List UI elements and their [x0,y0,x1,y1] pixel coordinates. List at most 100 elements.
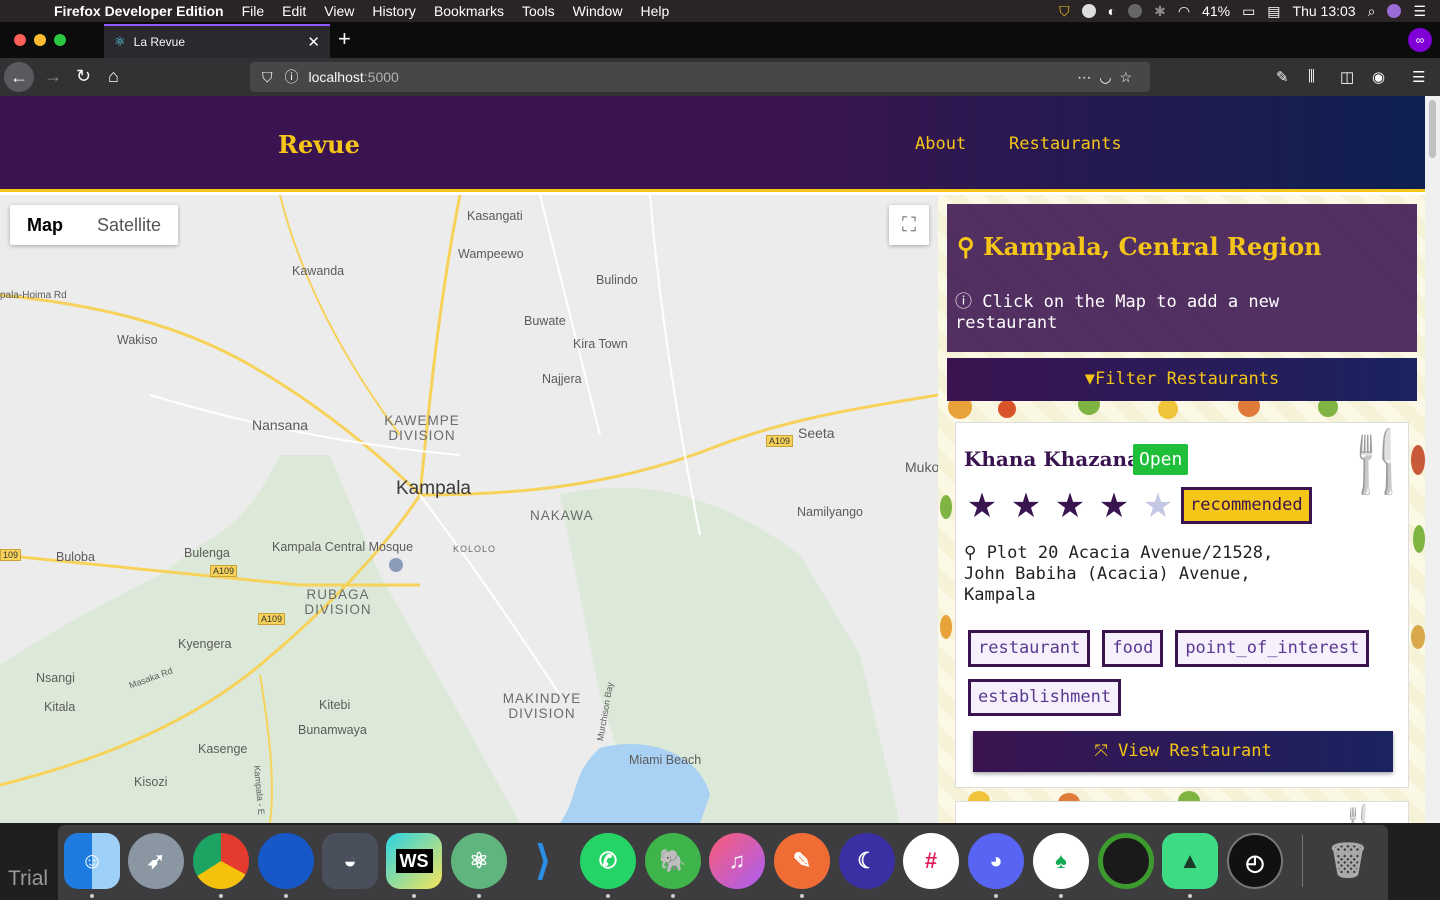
minimize-window-icon[interactable] [34,34,46,46]
page-scrollbar[interactable] [1425,96,1440,823]
postman-icon[interactable]: ✎ [774,833,830,889]
evernote-status-icon[interactable] [1081,4,1096,18]
cutlery-icon: 🍴 [1340,428,1415,495]
norton-icon[interactable]: ⛉ [1059,3,1070,20]
map-label: NAKAWA [530,508,594,523]
map-label: Kampala Central Mosque [272,540,414,554]
map-label: Wampeewo [458,247,524,261]
siri-icon[interactable] [1387,4,1402,18]
page-actions-icon[interactable]: ⋯ [1077,69,1099,85]
map-label: Buwate [524,314,566,328]
notification-center-icon[interactable]: ☰ [1413,3,1426,20]
close-window-icon[interactable] [14,34,26,46]
account-icon[interactable]: ◉ [1372,68,1385,86]
menu-window[interactable]: Window [564,3,632,19]
map-label: Nansana [252,417,309,433]
shield-icon[interactable]: ⛉ [262,69,273,86]
menu-bookmarks[interactable]: Bookmarks [425,3,513,19]
webstorm-icon[interactable]: WS [386,833,442,889]
map-label: KOLOLO [453,544,497,554]
fruit-decoration-icon [1413,525,1425,553]
spotlight-icon[interactable]: ⌕ [1368,3,1376,20]
new-tab-icon[interactable]: + [338,26,351,52]
info-icon[interactable]: ⓘ [285,67,299,87]
running-dot [606,894,610,898]
map-label: Kitebi [319,698,351,712]
tag-point-of-interest: point_of_interest [1175,630,1370,667]
chrome-icon[interactable] [193,833,249,889]
nav-restaurants[interactable]: Restaurants [1009,134,1122,154]
map-label: KAWEMPE DIVISION [384,413,460,443]
filter-restaurants-button[interactable]: ▼Filter Restaurants [947,358,1417,401]
map-type-satellite-button[interactable]: Satellite [80,205,178,245]
clock[interactable]: Thu 13:03 [1293,3,1356,19]
forward-icon[interactable]: → [44,66,62,87]
private-browsing-icon[interactable]: ∞ [1408,28,1432,52]
whatsapp-icon[interactable]: ✆ [580,833,636,889]
url-bar[interactable]: ⛉ ⓘ localhost:5000 ⋯◡☆ [250,62,1150,92]
running-dot [994,894,998,898]
site-brand[interactable]: Revue [278,130,360,159]
mongodb-icon[interactable]: ♠ [1033,833,1089,889]
menu-edit[interactable]: Edit [273,3,315,19]
tab-close-icon[interactable]: ✕ [307,33,320,51]
star-filled-icon: ★ [966,487,998,525]
hamburger-menu-icon[interactable]: ☰ [1412,68,1425,86]
pocket-icon[interactable]: ◡ [1099,69,1119,85]
scrollbar-thumb[interactable] [1429,100,1436,158]
moon-icon[interactable]: ☾ [839,833,895,889]
map-label: Kyengera [178,637,232,651]
slack-icon[interactable]: # [903,833,959,889]
vscode-icon[interactable]: ⟩ [515,833,571,889]
sidebar-icon[interactable]: ◫ [1340,68,1354,86]
browser-tab[interactable]: ⚛ La Revue ✕ [104,24,330,58]
library-icon[interactable]: ⫼ [1308,68,1315,85]
location-hint: ⓘ Click on the Map to add a new restaura… [955,292,1335,334]
reload-icon[interactable]: ↻ [76,66,91,87]
evernote-icon[interactable]: 🐘 [645,833,701,889]
menu-tools[interactable]: Tools [513,3,564,19]
wrench-icon[interactable]: ✎ [1276,68,1289,86]
star-filled-icon: ★ [1098,487,1130,525]
launchpad-icon[interactable]: ➶ [128,833,184,889]
clock-icon[interactable]: ◴ [1227,833,1283,889]
map-label: Kasangati [467,209,523,223]
restaurant-address-text: Plot 20 Acacia Avenue/21528, John Babiha… [964,543,1274,605]
android-studio-icon[interactable]: ▲ [1162,833,1218,889]
notch-icon[interactable]: ◒ [322,833,378,889]
discord-icon[interactable]: ◕ [968,833,1024,889]
app-menu[interactable]: Firefox Developer Edition [36,3,233,19]
bookmark-star-icon[interactable]: ☆ [1119,69,1140,85]
back-icon[interactable]: ← [4,62,34,92]
maximize-window-icon[interactable] [54,34,66,46]
trash-icon[interactable]: 🗑 [1320,833,1376,889]
home-icon[interactable]: ⌂ [108,66,119,87]
battery-icon[interactable]: ▭ [1242,3,1255,20]
finder-icon[interactable]: ☺ [64,833,120,889]
restaurant-address: ⚲ Plot 20 Acacia Avenue/21528, John Babi… [964,543,1304,606]
firefox-icon[interactable] [258,833,314,889]
wifi-icon[interactable]: ◠ [1178,3,1190,20]
menu-file[interactable]: File [233,3,274,19]
menu-help[interactable]: Help [631,3,678,19]
itunes-icon[interactable]: ♫ [709,833,765,889]
record-icon[interactable] [1128,4,1143,18]
google-map[interactable]: Kasangati Wampeewo Kawanda Bulindo pala-… [0,195,938,823]
menu-view[interactable]: View [315,3,363,19]
sync-icon[interactable]: ◐ [1108,3,1116,19]
map-label: Namilyango [797,505,864,519]
view-restaurant-button[interactable]: ⤧ View Restaurant [973,731,1393,772]
map-type-map-button[interactable]: Map [10,205,80,245]
filter-icon: ▼ [1084,369,1095,389]
menu-history[interactable]: History [363,3,425,19]
loader-icon[interactable] [1098,833,1154,889]
battery-percent[interactable]: 41% [1202,3,1230,19]
nav-about[interactable]: About [915,134,966,154]
tag-food: food [1102,630,1164,667]
fullscreen-icon[interactable]: ⛶ [889,205,929,245]
flag-icon[interactable]: ▤ [1267,3,1280,20]
running-dot [90,894,94,898]
bluetooth-icon[interactable]: ✱ [1154,3,1166,20]
map-label: Kitala [44,700,76,714]
atom-icon[interactable]: ⚛ [451,833,507,889]
